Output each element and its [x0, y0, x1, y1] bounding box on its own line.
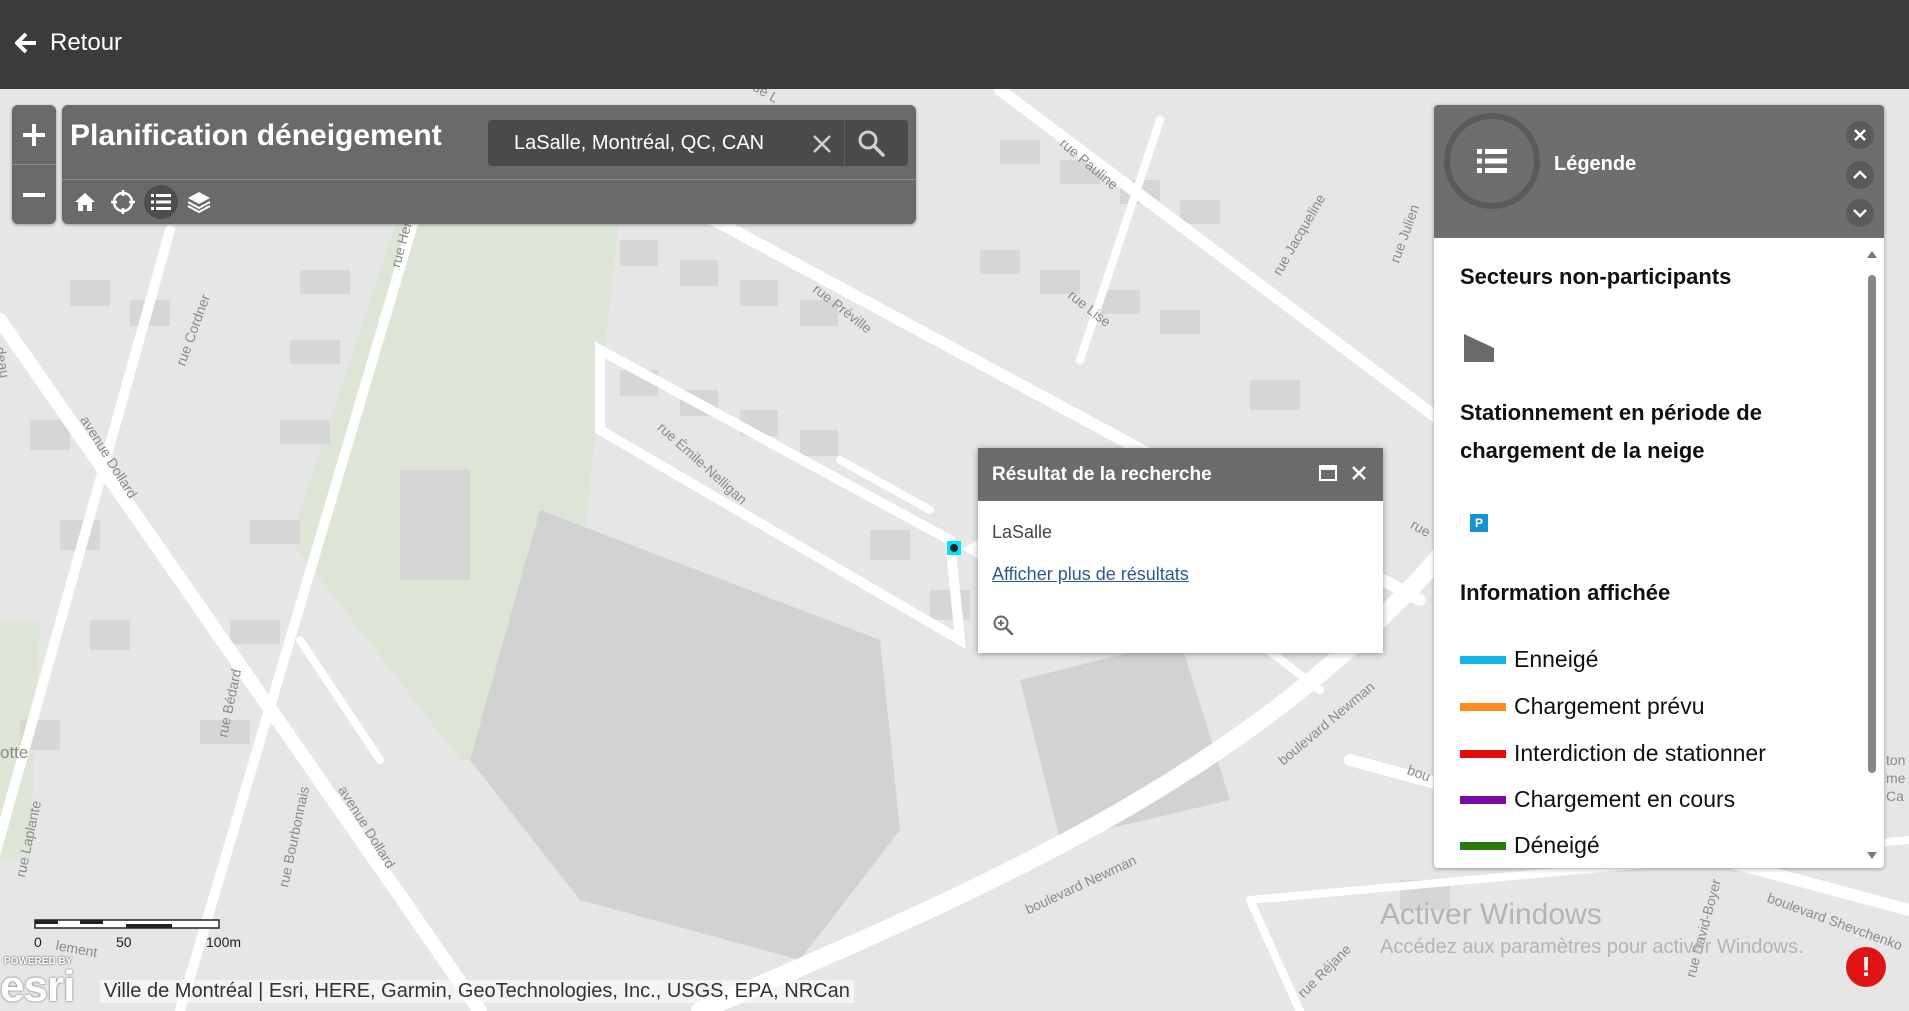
layers-icon: [187, 192, 211, 214]
legend-item-label: Chargement prévu: [1514, 693, 1705, 719]
legend-item-label: Déneigé: [1514, 832, 1600, 858]
close-icon: [1854, 129, 1866, 141]
divider: [62, 179, 916, 180]
scale-bar: [34, 919, 220, 929]
home-icon: [75, 193, 95, 211]
legend-item: Interdiction de stationner: [1460, 740, 1766, 767]
marker-dot: [950, 544, 958, 552]
scale-label: 100m: [206, 934, 242, 950]
legend-title: Légende: [1554, 153, 1637, 175]
list-icon: [1477, 149, 1507, 173]
divider: [844, 120, 845, 166]
legend-panel: Légende Secteurs non-participants Statio…: [1434, 105, 1884, 868]
watermark-subtitle: Accédez aux paramètres pour activer Wind…: [1380, 936, 1804, 958]
top-bar: Retour: [0, 0, 1909, 89]
esri-wordmark: esri: [0, 962, 75, 1011]
list-icon: [151, 194, 171, 210]
locate-icon: [111, 190, 135, 214]
home-button[interactable]: [68, 185, 102, 219]
watermark-title: Activer Windows: [1380, 898, 1602, 931]
plus-icon: [23, 123, 45, 146]
legend-item: Chargement prévu: [1460, 693, 1705, 720]
street-label: ton me Ca: [1886, 752, 1906, 804]
legend-swatch: [1460, 841, 1506, 850]
legend-badge: [1444, 113, 1540, 209]
popup-result-name: LaSalle: [992, 522, 1053, 542]
legend-body: Secteurs non-participants Stationnement …: [1434, 238, 1884, 868]
app-title: Planification déneigement: [70, 119, 442, 152]
maximize-icon[interactable]: [1318, 464, 1338, 482]
close-icon[interactable]: [1350, 464, 1368, 482]
chevron-down-icon: [1853, 209, 1867, 218]
scale-label: 50: [116, 934, 132, 950]
legend-swatch: [1460, 749, 1506, 758]
app-header-panel: Planification déneigement LaSalle, Montr…: [62, 105, 916, 224]
locate-button[interactable]: [106, 185, 140, 219]
legend-item-label: Interdiction de stationner: [1514, 740, 1766, 766]
parking-symbol-letter: P: [1474, 516, 1483, 530]
legend-section-title: Stationnement en période de chargement d…: [1460, 400, 1762, 463]
legend-section-title: Information affichée: [1460, 580, 1671, 605]
alert-icon[interactable]: !: [1846, 947, 1886, 987]
chevron-up-icon: [1853, 170, 1867, 179]
legend-item-label: Chargement en cours: [1514, 786, 1736, 812]
legend-header: Légende: [1434, 105, 1884, 238]
search-input[interactable]: LaSalle, Montréal, QC, CAN: [514, 132, 764, 155]
legend-section-title: Secteurs non-participants: [1460, 264, 1732, 289]
legend-expand-button[interactable]: [1846, 199, 1874, 227]
legend-scrollbar[interactable]: [1864, 245, 1880, 865]
map-attribution: Ville de Montréal | Esri, HERE, Garmin, …: [100, 980, 854, 1003]
search-box[interactable]: LaSalle, Montréal, QC, CAN: [488, 120, 908, 166]
popup-title: Résultat de la recherche: [992, 464, 1212, 485]
legend-close-button[interactable]: [1846, 121, 1874, 149]
close-icon[interactable]: [808, 130, 836, 158]
search-result-popup: Résultat de la recherche LaSalle Affiche…: [978, 448, 1383, 653]
legend-item-label: Enneigé: [1514, 646, 1599, 672]
arrow-left-icon: [15, 32, 36, 54]
popup-header: Résultat de la recherche: [978, 448, 1383, 501]
legend-collapse-button[interactable]: [1846, 161, 1874, 189]
legend-swatch: [1460, 702, 1506, 711]
minus-icon: [23, 192, 45, 197]
street-label: otte: [0, 743, 29, 762]
zoom-to-icon[interactable]: [992, 614, 1014, 636]
back-label: Retour: [50, 29, 123, 56]
legend-swatch: [1460, 795, 1506, 804]
legend-item: Enneigé: [1460, 646, 1598, 673]
layers-button[interactable]: [182, 185, 216, 219]
back-button[interactable]: Retour: [14, 28, 122, 58]
alert-symbol: !: [1861, 951, 1871, 982]
toolbar: [68, 185, 216, 219]
scale-label: 0: [34, 934, 42, 950]
more-results-link[interactable]: Afficher plus de résultats: [992, 564, 1189, 585]
parking-symbol: P: [1470, 514, 1488, 532]
windows-activation-watermark: Activer Windows Accédez aux paramètres p…: [1380, 898, 1804, 959]
zoom-in-button[interactable]: [12, 105, 56, 164]
legend-swatch: [1460, 655, 1506, 664]
legend-item: Chargement en cours: [1460, 786, 1735, 813]
zoom-out-button[interactable]: [12, 165, 56, 224]
zoom-controls: [12, 105, 56, 224]
sector-symbol: [1464, 334, 1494, 362]
esri-logo[interactable]: POWERED BY esri: [0, 956, 75, 1011]
search-icon[interactable]: [856, 128, 886, 158]
legend-item: Déneigé: [1460, 832, 1600, 859]
legend-button[interactable]: [144, 185, 178, 219]
search-result-marker[interactable]: [947, 541, 961, 555]
